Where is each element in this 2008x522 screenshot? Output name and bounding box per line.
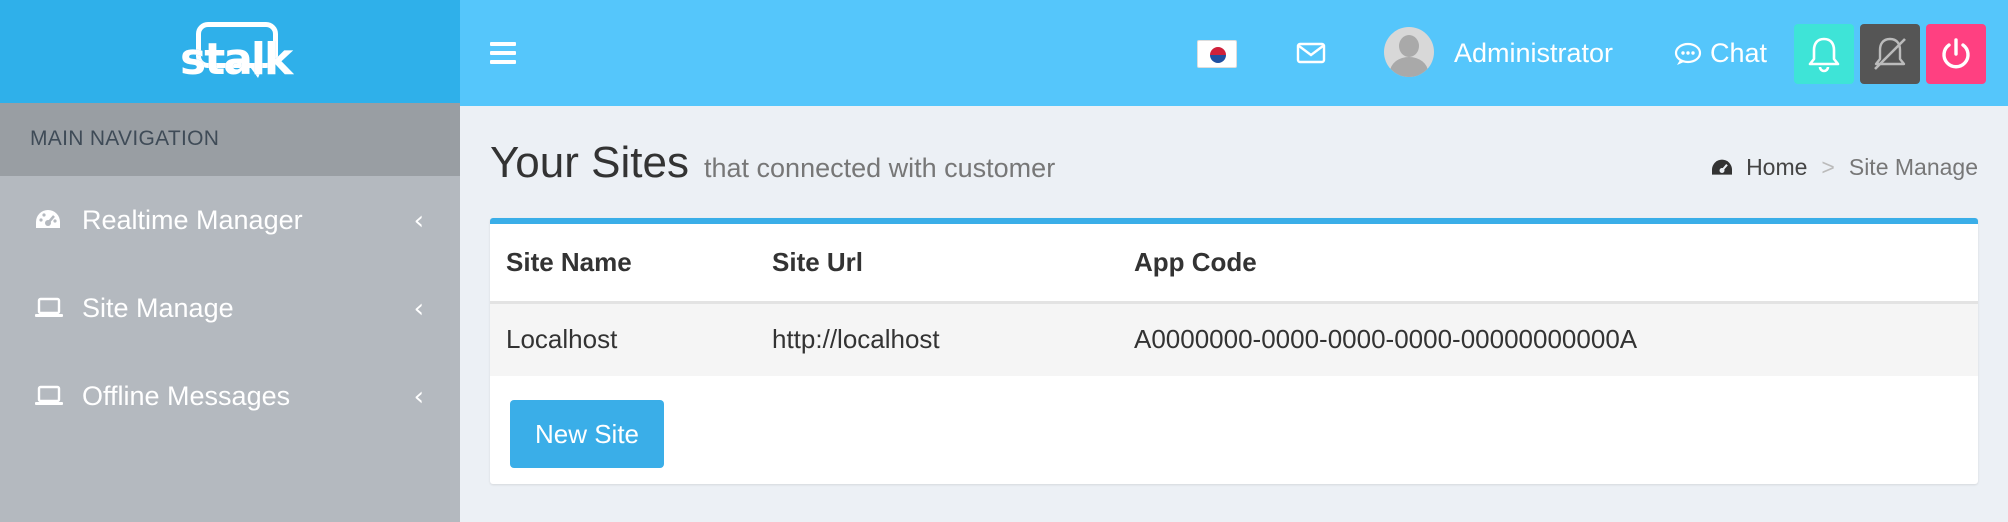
notifications-button[interactable]	[1794, 24, 1854, 84]
laptop-icon	[34, 295, 64, 321]
breadcrumb-home[interactable]: Home	[1746, 154, 1807, 181]
sites-table: Site Name Site Url App Code Localhost ht…	[490, 224, 1978, 376]
chat-label: Chat	[1710, 38, 1768, 68]
logo-text: stalk	[180, 33, 293, 85]
site-url-cell: http://localhost	[756, 302, 1118, 376]
column-header-app-code: App Code	[1118, 224, 1978, 304]
chevron-left-icon: ‹	[413, 294, 424, 324]
chevron-left-icon: ‹	[413, 382, 424, 412]
nav-header: MAIN NAVIGATION	[0, 103, 460, 176]
logo[interactable]: stalk	[0, 0, 460, 103]
menu-toggle-icon[interactable]	[490, 42, 516, 69]
dashboard-icon	[1712, 159, 1733, 175]
bell-slash-icon	[1874, 37, 1906, 70]
top-navbar: Administrator Chat	[460, 0, 2008, 106]
korea-flag-icon[interactable]	[1197, 40, 1237, 68]
site-name-cell: Localhost	[490, 302, 756, 376]
power-icon	[1942, 38, 1970, 69]
column-header-site-url: Site Url	[756, 224, 1118, 304]
column-header-site-name: Site Name	[490, 224, 756, 304]
table-row[interactable]: Localhost http://localhost A0000000-0000…	[490, 302, 1978, 376]
page-title: Your Sites	[490, 138, 689, 187]
stalk-logo: stalk	[178, 20, 293, 85]
avatar[interactable]	[1384, 27, 1434, 77]
sidebar-item-label: Site Manage	[82, 292, 234, 323]
bell-icon	[1808, 37, 1840, 73]
speech-bubble-icon	[1674, 42, 1702, 65]
mute-notifications-button[interactable]	[1860, 24, 1920, 84]
sidebar-item-label: Realtime Manager	[82, 204, 303, 235]
sidebar-item-label: Offline Messages	[82, 380, 291, 411]
dashboard-icon	[34, 207, 64, 233]
app-code-cell: A0000000-0000-0000-0000-00000000000A	[1118, 302, 1978, 376]
sidebar-item-site-manage[interactable]: Site Manage ‹	[0, 264, 460, 352]
logout-button[interactable]	[1926, 24, 1986, 84]
breadcrumb-current: Site Manage	[1848, 154, 1978, 180]
sidebar-item-realtime-manager[interactable]: Realtime Manager ‹	[0, 176, 460, 264]
laptop-icon	[34, 383, 64, 409]
table-header-row: Site Name Site Url App Code	[490, 224, 1978, 304]
sites-box: Site Name Site Url App Code Localhost ht…	[490, 218, 1978, 484]
chevron-left-icon: ‹	[413, 206, 424, 236]
sidebar-item-offline-messages[interactable]: Offline Messages ‹	[0, 352, 460, 440]
breadcrumb: Home > Site Manage	[1710, 154, 1978, 181]
page-subtitle: that connected with customer	[704, 153, 1056, 183]
sidebar: stalk MAIN NAVIGATION Realtime Manager ‹…	[0, 0, 460, 522]
user-name[interactable]: Administrator	[1454, 38, 1613, 69]
envelope-icon[interactable]	[1296, 42, 1326, 69]
new-site-button[interactable]: New Site	[510, 400, 664, 468]
breadcrumb-separator: >	[1821, 154, 1835, 180]
chat-link[interactable]: Chat	[1674, 38, 1767, 69]
